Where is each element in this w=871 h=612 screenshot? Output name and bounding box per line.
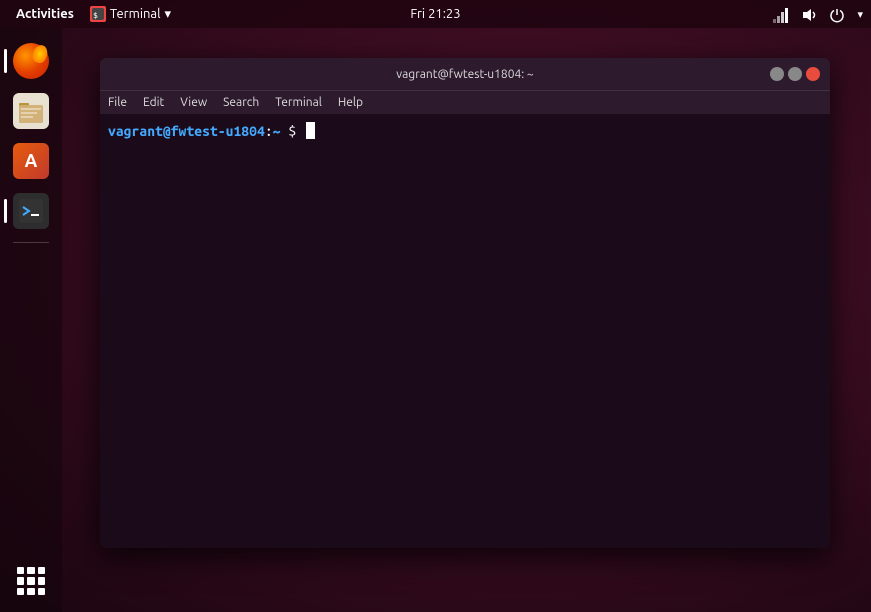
topbar-left: Activities $ Terminal ▾ [8,0,179,28]
prompt-directory: ~ [273,123,281,139]
dock: A [0,28,62,612]
minimize-button[interactable]: ─ [770,67,784,81]
desktop: Activities $ Terminal ▾ Fri 21:23 [0,0,871,612]
prompt-symbol: $ [281,123,305,139]
menu-search[interactable]: Search [223,96,259,109]
menu-help[interactable]: Help [338,96,363,109]
app-menu[interactable]: $ Terminal ▾ [82,6,179,22]
dock-separator [13,242,49,243]
topbar: Activities $ Terminal ▾ Fri 21:23 [0,0,871,28]
terminal-body[interactable]: vagrant@fwtest-u1804 : ~ $ [100,114,830,548]
topbar-right: ▾ [773,5,863,22]
menu-view[interactable]: View [180,96,207,109]
dock-item-terminal[interactable] [8,188,54,234]
terminal-titlebar: vagrant@fwtest-u1804: ~ ─ □ ✕ [100,58,830,90]
terminal-prompt: vagrant@fwtest-u1804 : ~ $ [108,122,822,139]
terminal-app-icon: $ [90,6,106,22]
prompt-user-host: vagrant@fwtest-u1804 [108,123,265,139]
files-icon [13,93,49,129]
svg-text:$: $ [93,11,98,20]
dock-item-files[interactable] [8,88,54,134]
menu-edit[interactable]: Edit [143,96,164,109]
terminal-window: vagrant@fwtest-u1804: ~ ─ □ ✕ File Edit … [100,58,830,548]
terminal-window-title: vagrant@fwtest-u1804: ~ [396,68,533,81]
firefox-icon [13,43,49,79]
activities-button[interactable]: Activities [8,0,82,28]
dock-item-firefox[interactable] [8,38,54,84]
menu-terminal[interactable]: Terminal [275,96,322,109]
software-center-icon: A [13,143,49,179]
menu-file[interactable]: File [108,96,127,109]
app-menu-label: Terminal [110,7,161,21]
power-icon[interactable] [829,5,845,22]
dock-item-apps[interactable] [8,558,54,604]
power-arrow[interactable]: ▾ [857,8,863,21]
dock-item-software-center[interactable]: A [8,138,54,184]
volume-icon[interactable] [801,5,817,22]
topbar-clock[interactable]: Fri 21:23 [410,7,460,21]
close-button[interactable]: ✕ [806,67,820,81]
window-controls: ─ □ ✕ [770,67,820,81]
app-menu-arrow: ▾ [165,7,172,22]
terminal-dock-icon [13,193,49,229]
maximize-button[interactable]: □ [788,67,802,81]
prompt-separator: : [265,123,273,139]
firefox-flame [30,43,49,65]
terminal-cursor [306,122,315,139]
apps-grid-icon [13,563,49,599]
network-icon[interactable] [773,5,789,22]
terminal-menubar: File Edit View Search Terminal Help [100,90,830,114]
